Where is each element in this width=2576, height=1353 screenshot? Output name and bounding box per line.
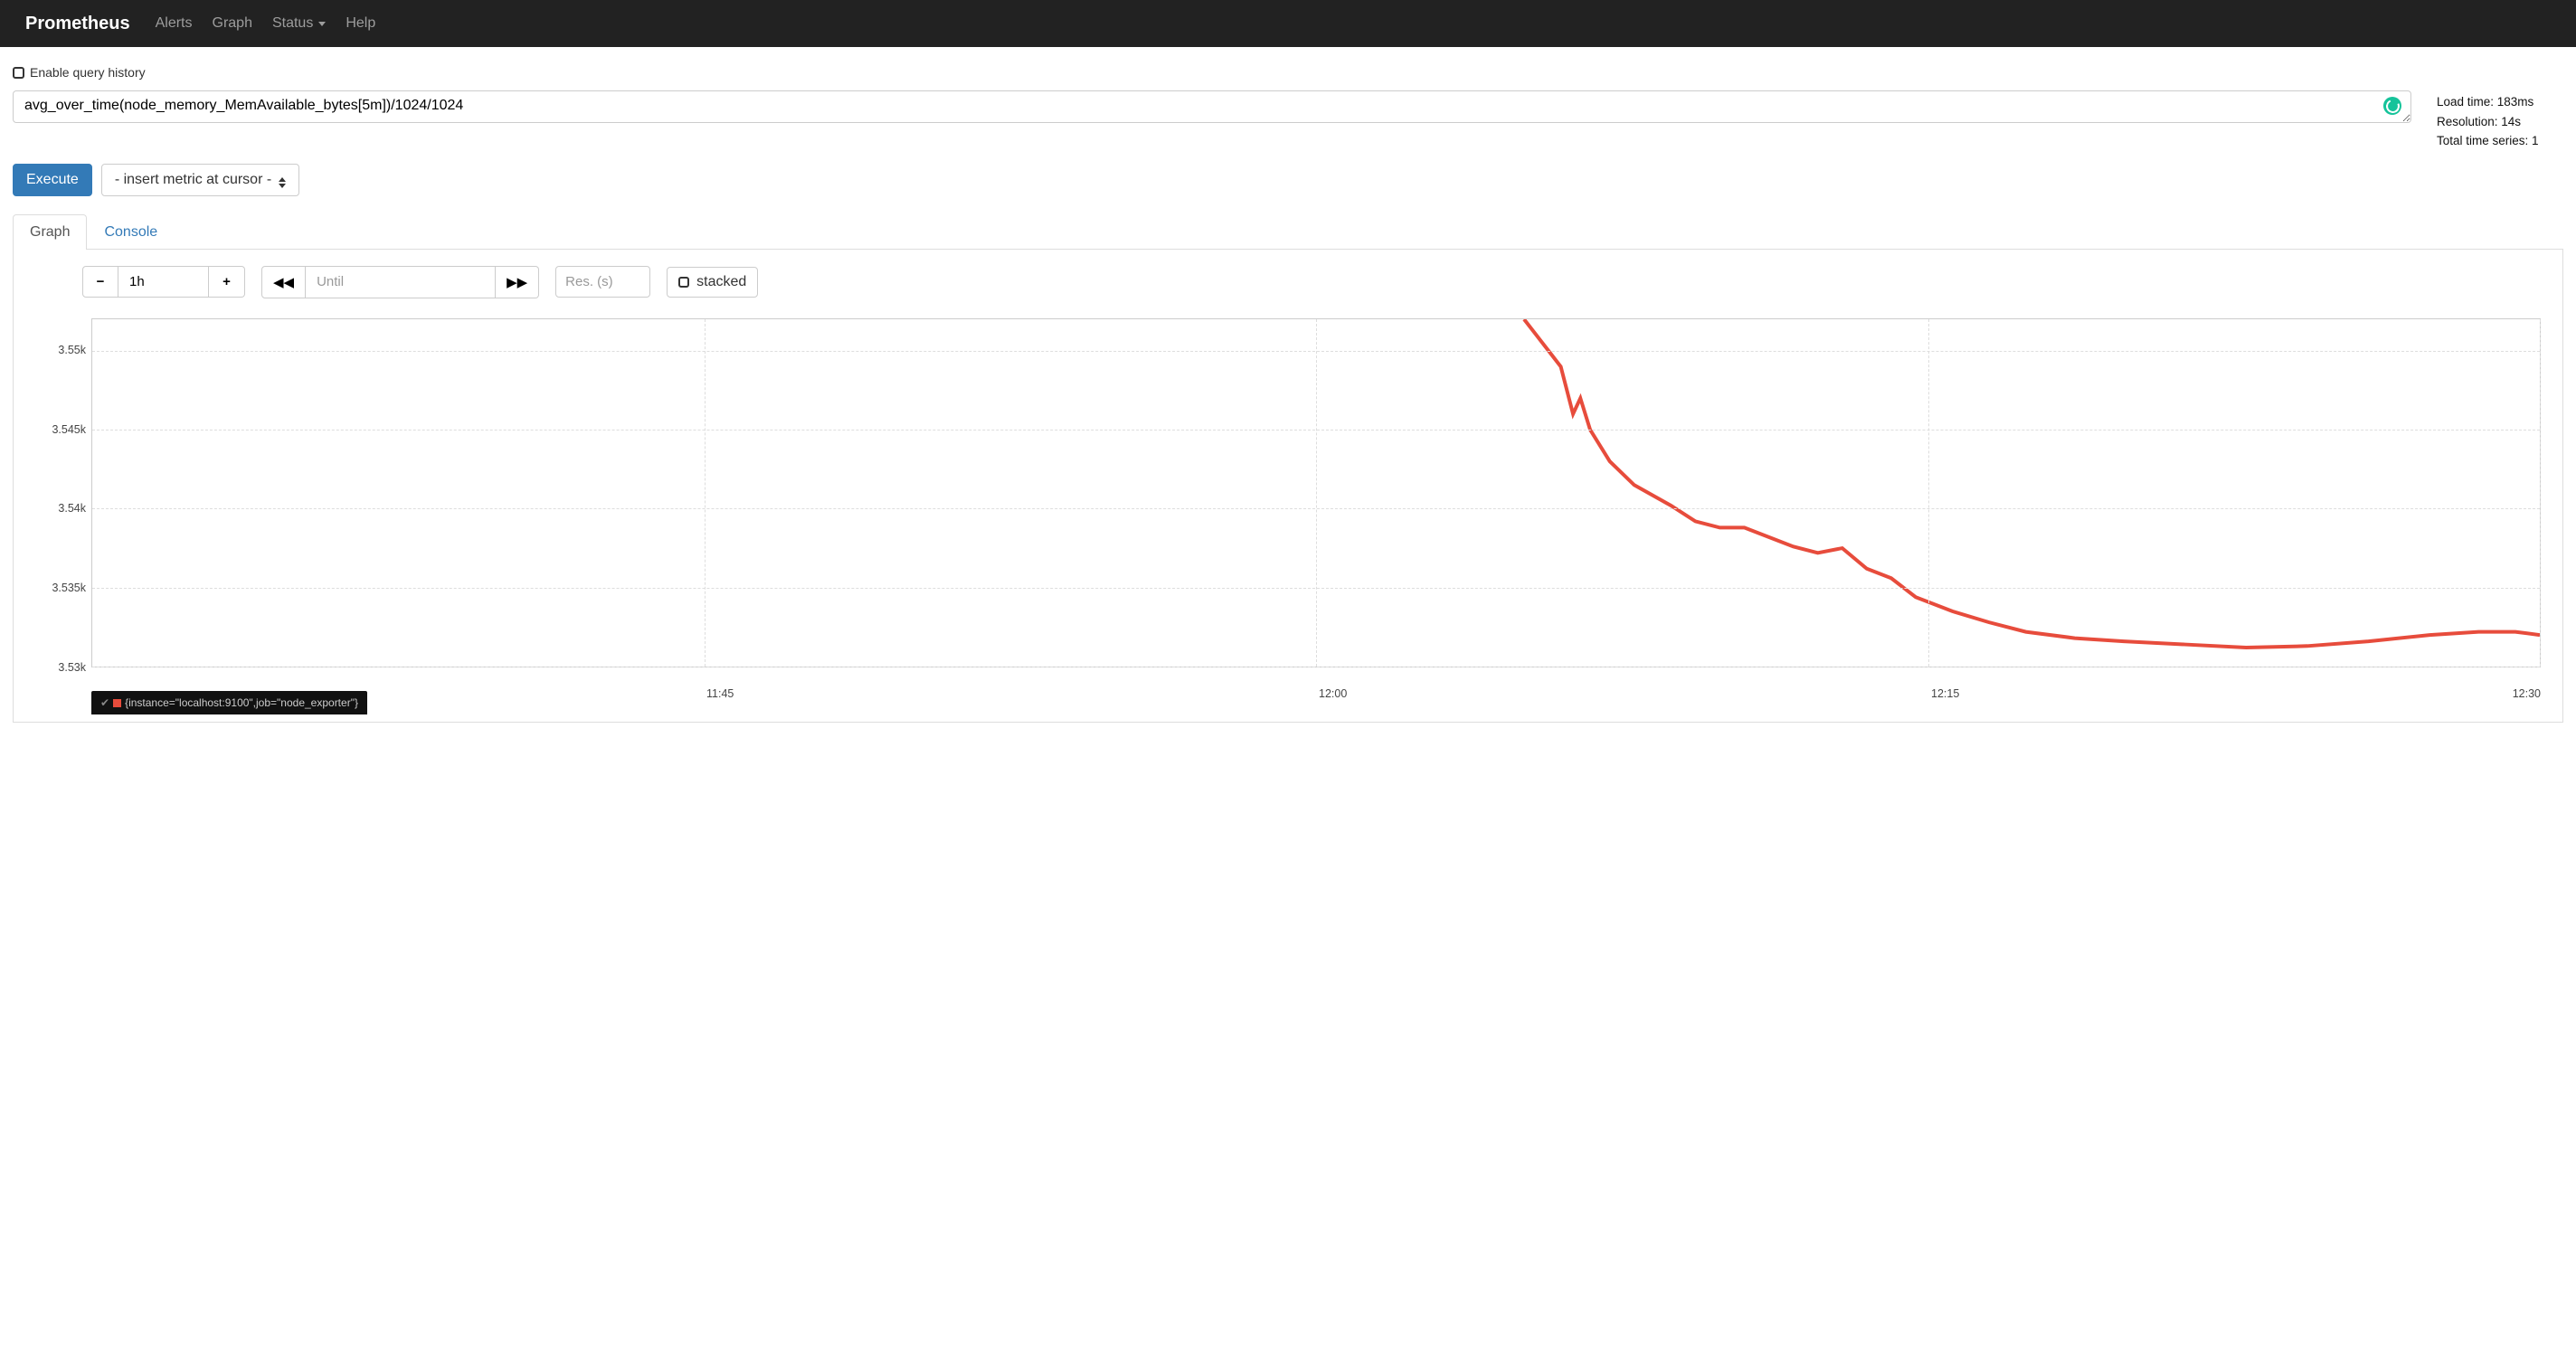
brand[interactable]: Prometheus [25,14,130,34]
query-input-container [13,90,2411,123]
fast-forward-icon: ▶▶ [507,274,527,290]
minus-icon: − [97,274,105,289]
range-increase-button[interactable]: + [209,266,245,298]
plus-icon: + [223,274,231,289]
checkbox-icon [13,67,24,79]
sort-icon [279,177,286,182]
enable-history-label: Enable query history [30,65,146,80]
plot-area[interactable] [91,318,2541,667]
tabs: Graph Console [13,214,2563,250]
execute-button[interactable]: Execute [13,164,92,196]
check-icon: ✔ [100,696,109,709]
query-stats: Load time: 183ms Resolution: 14s Total t… [2437,90,2563,151]
stat-total-series: Total time series: 1 [2437,131,2563,151]
stacked-label: stacked [696,274,746,290]
rewind-icon: ◀◀ [273,274,294,290]
metric-select-label: - insert metric at cursor - [115,172,271,188]
color-swatch [113,699,121,707]
range-decrease-button[interactable]: − [82,266,118,298]
stat-load-time: Load time: 183ms [2437,92,2563,112]
tab-graph[interactable]: Graph [13,214,87,250]
graph-panel: − + ◀◀ ▶▶ stacked 3.53k3.535k3.54k3.545k… [13,250,2563,723]
chevron-down-icon [318,22,326,26]
stat-resolution: Resolution: 14s [2437,112,2563,132]
nav-graph[interactable]: Graph [213,15,252,32]
chart: 3.53k3.535k3.54k3.545k3.55k 11:4512:0012… [35,311,2548,691]
query-input[interactable] [23,97,2374,115]
range-input[interactable] [118,266,209,298]
legend-text: {instance="localhost:9100",job="node_exp… [125,696,358,709]
metric-select[interactable]: - insert metric at cursor - [101,164,299,196]
nav-status-label: Status [272,15,313,32]
time-group: ◀◀ ▶▶ [261,266,539,298]
navbar: Prometheus Alerts Graph Status Help [0,0,2576,47]
until-input[interactable] [306,266,496,298]
legend-item[interactable]: ✔ {instance="localhost:9100",job="node_ex… [91,691,367,714]
range-group: − + [82,266,245,298]
checkbox-icon [678,277,689,288]
time-forward-button[interactable]: ▶▶ [496,266,539,298]
resolution-input[interactable] [555,266,650,298]
enable-history-toggle[interactable]: Enable query history [13,65,2563,80]
time-back-button[interactable]: ◀◀ [261,266,306,298]
nav-help[interactable]: Help [346,15,375,32]
nav-status[interactable]: Status [272,15,326,32]
stacked-toggle[interactable]: stacked [667,267,758,298]
nav-alerts[interactable]: Alerts [156,15,193,32]
tab-console[interactable]: Console [87,214,175,250]
grammarly-icon[interactable] [2383,97,2401,115]
